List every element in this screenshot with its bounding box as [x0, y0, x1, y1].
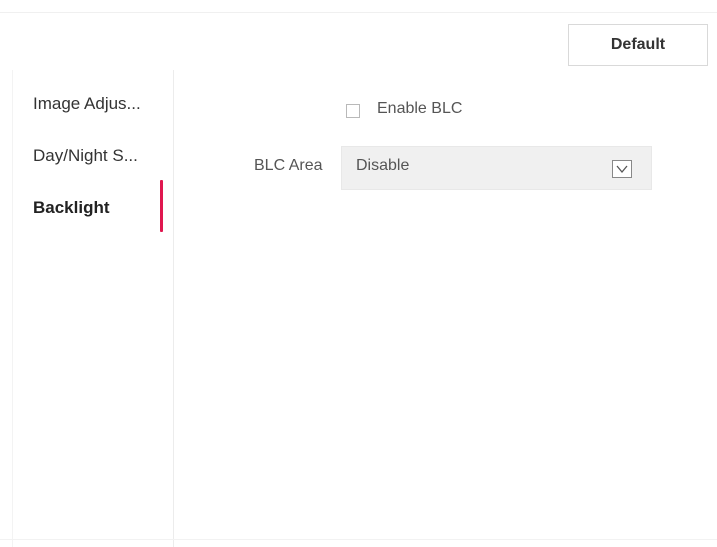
sidebar-item-day-night-switch[interactable]: Day/Night S...: [33, 138, 168, 174]
blc-area-value: Disable: [356, 157, 410, 174]
enable-blc-label: Enable BLC: [377, 100, 463, 117]
active-indicator: [160, 180, 163, 232]
blc-area-select[interactable]: Disable: [341, 146, 652, 190]
sidebar-item-image-adjustment[interactable]: Image Adjus...: [33, 86, 168, 122]
sidebar-item-label: Day/Night S...: [33, 146, 138, 165]
sidebar: Image Adjus... Day/Night S... Backlight: [12, 70, 174, 547]
bottom-divider: [0, 539, 717, 540]
enable-blc-row[interactable]: Enable BLC: [346, 97, 462, 121]
sidebar-item-label: Backlight: [33, 198, 110, 217]
enable-blc-checkbox[interactable]: [346, 103, 360, 118]
chevron-down-icon[interactable]: [612, 160, 632, 178]
blc-area-label: BLC Area: [254, 157, 323, 174]
default-button[interactable]: Default: [568, 24, 708, 66]
sidebar-item-backlight[interactable]: Backlight: [33, 190, 168, 226]
top-divider: [0, 0, 717, 13]
sidebar-item-label: Image Adjus...: [33, 94, 141, 113]
